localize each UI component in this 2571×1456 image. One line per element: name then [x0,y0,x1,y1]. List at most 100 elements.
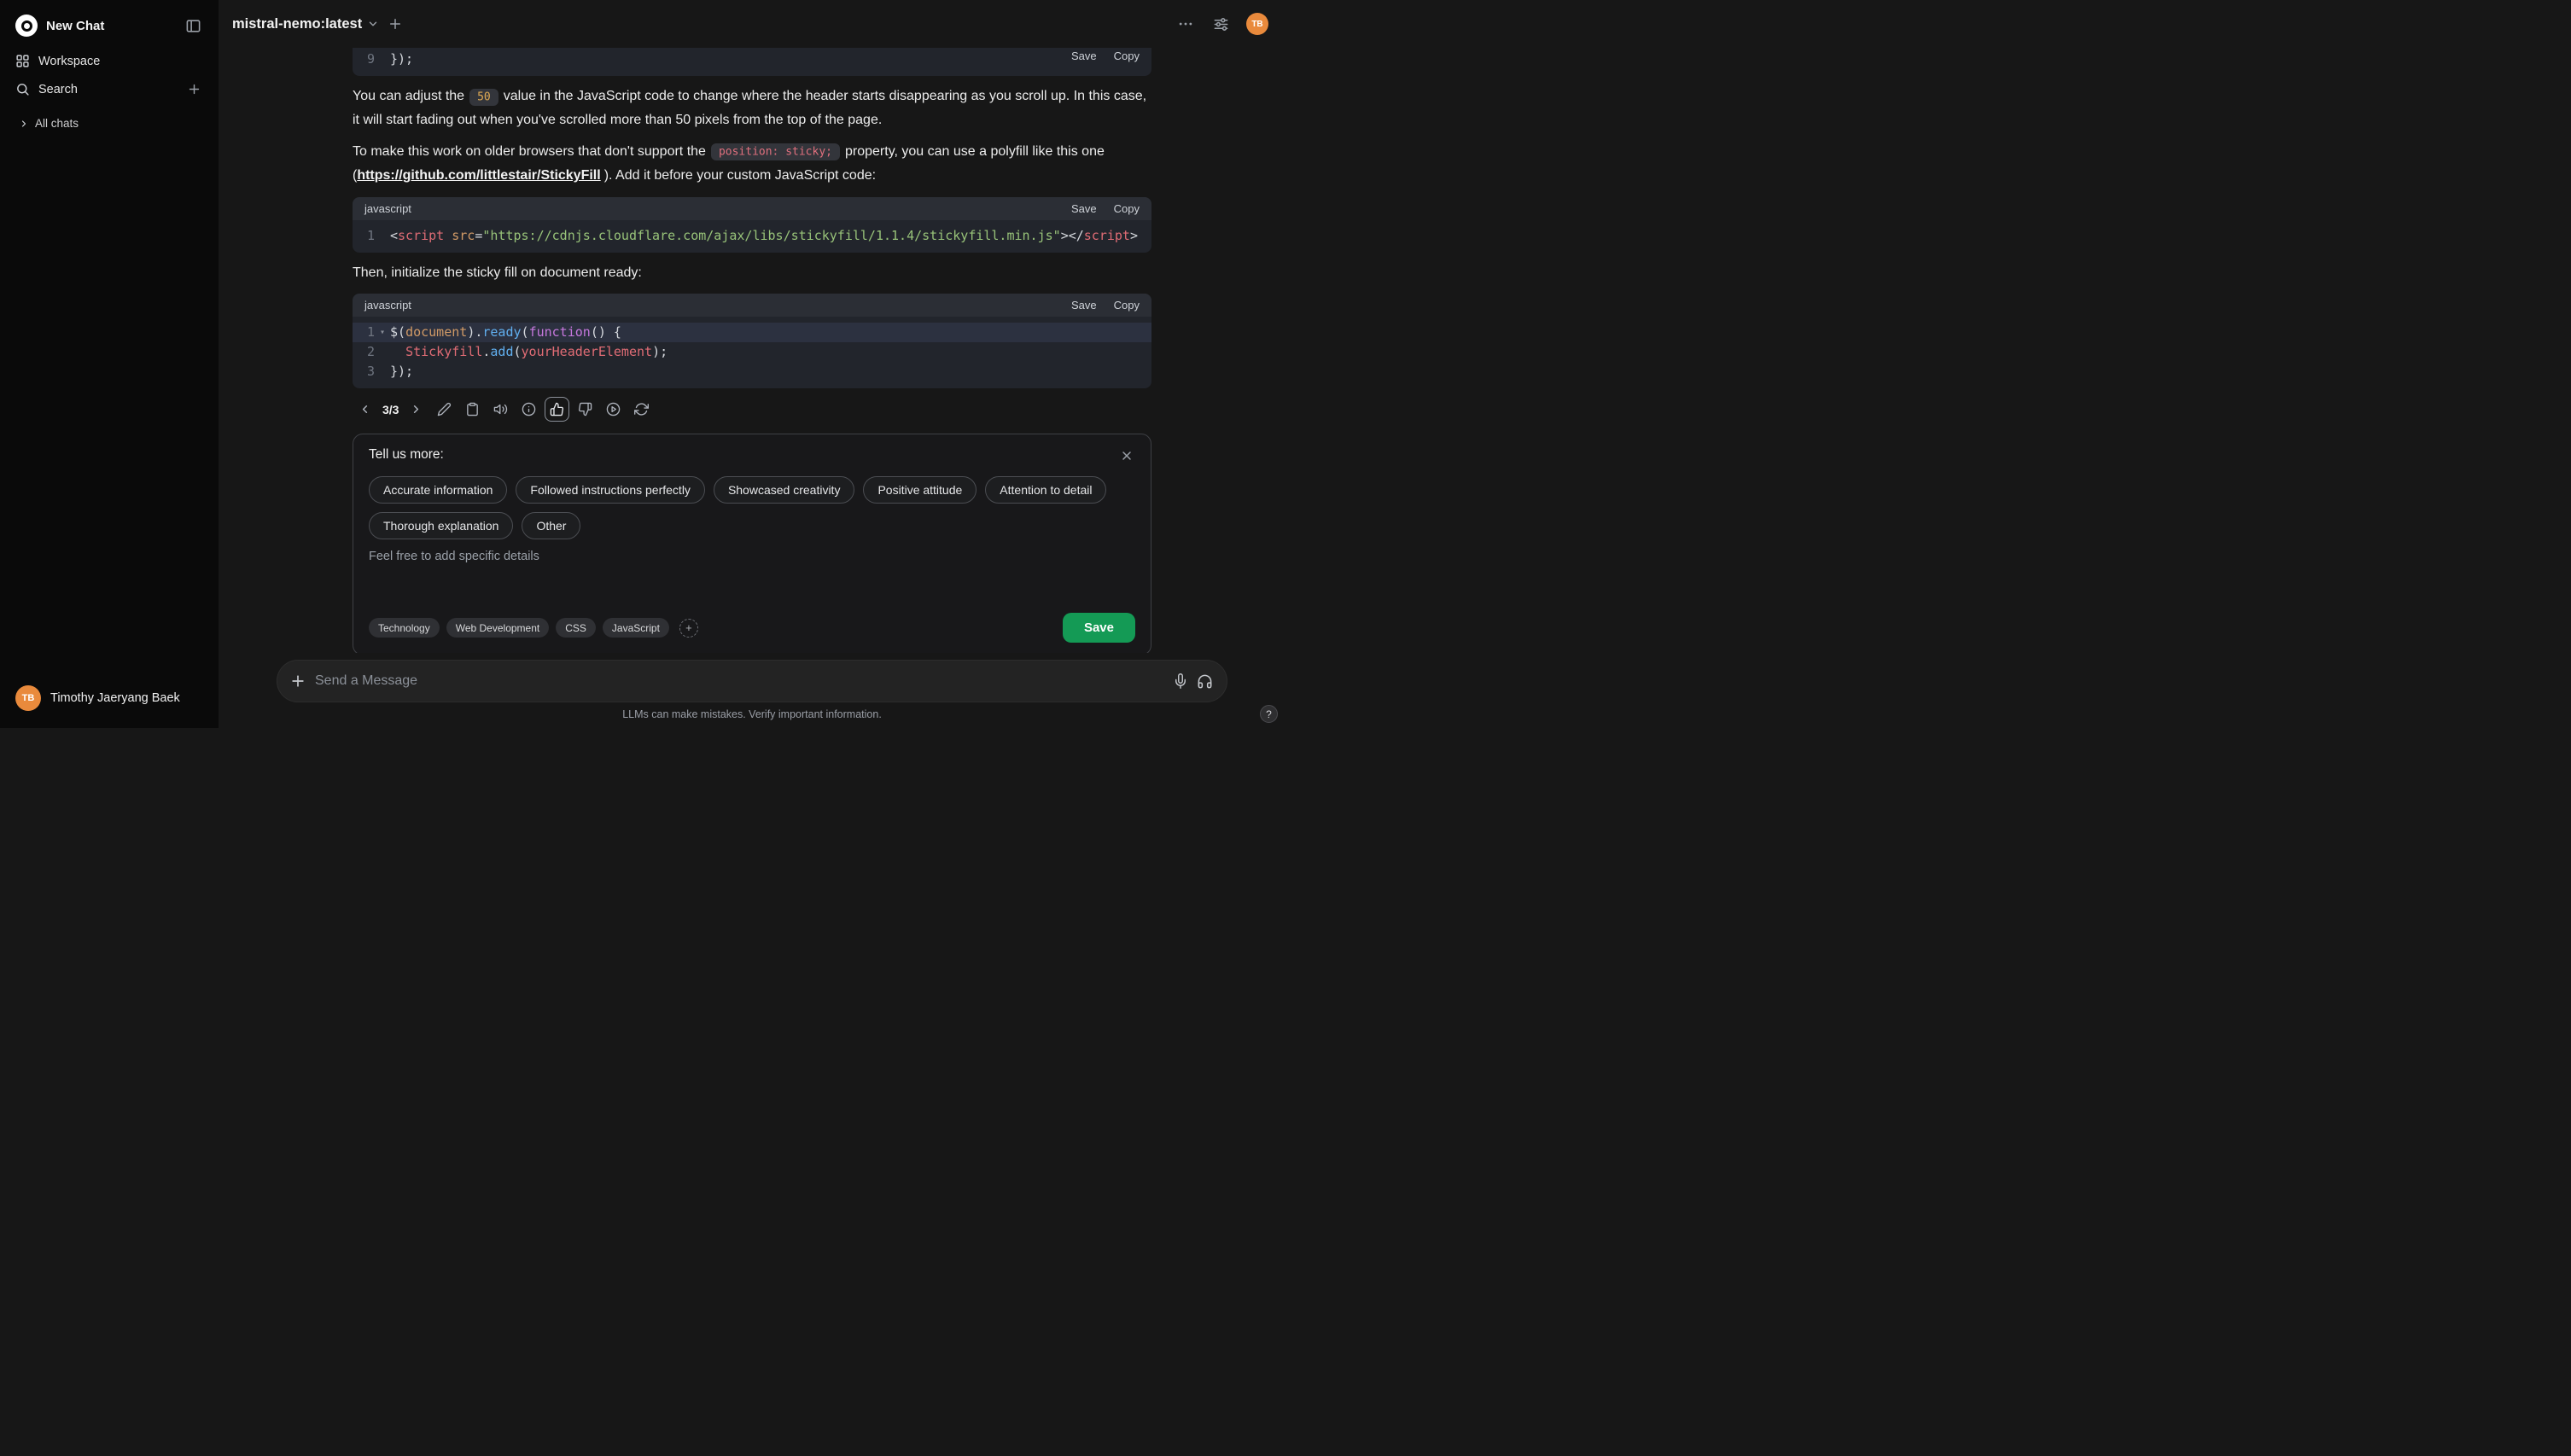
feedback-option-thorough-explanation[interactable]: Thorough explanation [369,512,514,540]
clipboard-icon [467,403,479,416]
thumbs-up-icon [551,403,564,416]
code-lines: 9}); [353,50,413,69]
prev-response-button[interactable] [353,397,377,422]
continue-response-button[interactable] [601,397,626,422]
feedback-footer: Technology Web Development CSS JavaScript +… [369,613,1135,644]
code-language-label: javascript [364,201,411,215]
chevron-right-icon [414,405,419,414]
feedback-option-positive-attitude[interactable]: Positive attitude [863,476,977,504]
new-chat-plus-button-sidebar[interactable] [185,80,203,98]
header-user-avatar[interactable]: TB [1246,13,1268,35]
next-response-button[interactable] [404,397,428,422]
feedback-option-other[interactable]: Other [522,512,581,540]
app-root: New Chat Workspace Search All chats TB T… [0,0,1286,728]
edit-message-button[interactable] [432,397,457,422]
para2-pre: To make this work on older browsers that… [353,143,706,159]
search-label: Search [38,82,78,96]
attach-button[interactable] [289,673,306,690]
code-block-1: javascript Save Copy 1 <script src="https… [353,196,1151,253]
more-options-button[interactable] [1175,14,1196,34]
feedback-option-attention-to-detail[interactable]: Attention to detail [985,476,1107,504]
code-copy-button[interactable]: Copy [1114,202,1140,215]
model-selector[interactable]: mistral-nemo:latest [232,16,379,32]
code-line: 2 Stickyfill.add(yourHeaderElement); [353,342,1151,362]
disclaimer-text: LLMs can make mistakes. Verify important… [622,708,882,720]
tag-web-development[interactable]: Web Development [446,618,550,638]
copy-message-button[interactable] [460,397,485,422]
close-icon [1122,451,1131,461]
fold-gutter [375,226,390,246]
pencil-icon [438,403,452,416]
feedback-close-button[interactable] [1118,447,1135,464]
message-paragraph-2: To make this work on older browsers that… [353,140,1151,189]
chevron-left-icon [362,405,368,414]
feedback-tags: Technology Web Development CSS JavaScript [369,618,669,638]
inline-code-position-sticky: position: sticky; [710,143,840,161]
sidebar-item-all-chats[interactable]: All chats [10,111,208,136]
workspace-label: Workspace [38,54,101,68]
feedback-save-button[interactable]: Save [1062,613,1135,644]
code-language-label: javascript [364,299,411,312]
help-button[interactable]: ? [1260,705,1278,723]
tag-javascript[interactable]: JavaScript [602,618,669,638]
feedback-option-accurate-information[interactable]: Accurate information [369,476,508,504]
user-avatar: TB [15,685,41,711]
feedback-option-showcased-creativity[interactable]: Showcased creativity [713,476,855,504]
code-save-button[interactable]: Save [1071,50,1097,62]
code-copy-button[interactable]: Copy [1114,50,1140,62]
thumbs-down-button[interactable] [573,397,598,422]
tag-technology[interactable]: Technology [369,618,440,638]
fold-gutter [375,362,390,381]
model-name: mistral-nemo:latest [232,15,363,32]
code-save-button[interactable]: Save [1071,202,1097,215]
sidebar-item-search[interactable]: Search [10,74,208,104]
microphone-icon [1175,673,1186,689]
message-composer[interactable] [277,660,1227,702]
new-chat-plus-button-header[interactable] [386,15,405,33]
message-input[interactable] [315,673,1164,689]
info-icon [522,403,536,416]
sidebar-toggle-button[interactable] [184,16,203,36]
refresh-icon [634,403,650,416]
workspace-grid-icon [15,54,30,68]
para1-pre: You can adjust the [353,89,465,103]
read-aloud-button[interactable] [488,397,513,422]
code-header: javascript Save Copy [353,294,1151,317]
tag-css[interactable]: CSS [556,618,596,638]
sliders-icon [1214,17,1228,31]
code-line: 3}); [353,362,1151,381]
user-menu-button[interactable]: TB Timothy Jaeryang Baek [10,678,208,718]
chevron-right-icon [19,119,29,129]
thumbs-up-button[interactable] [545,397,570,422]
sidebar: New Chat Workspace Search All chats TB T… [0,0,219,728]
speaker-icon [494,405,508,415]
voice-input-button[interactable] [1173,673,1188,689]
fold-gutter [375,342,390,362]
fold-gutter [375,50,390,69]
chevron-down-icon [367,18,379,30]
feedback-option-followed-instructions-perfectly[interactable]: Followed instructions perfectly [516,476,705,504]
code-line: 1 ▾ $(document).ready(function() { [353,323,1151,343]
stickyfill-link[interactable]: https://github.com/littlestair/StickyFil… [357,168,600,183]
add-tag-button[interactable]: + [679,618,698,638]
fold-chevron-icon[interactable]: ▾ [375,323,390,342]
sidebar-item-workspace[interactable]: Workspace [10,48,208,74]
message-paragraph-1: You can adjust the 50 value in the JavaScr… [353,84,1151,133]
play-circle-icon [607,403,621,416]
chat-controls-button[interactable] [1211,15,1231,34]
thumbs-down-icon [579,403,592,416]
new-chat-label: New Chat [46,18,105,33]
sidebar-new-chat[interactable]: New Chat [10,9,208,43]
voice-call-button[interactable] [1197,673,1213,690]
inline-code-50: 50 [469,88,498,106]
feedback-options: Accurate information Followed instruction… [369,476,1135,540]
regenerate-button[interactable] [629,397,654,422]
feedback-details-input[interactable] [369,550,1135,603]
search-icon [15,82,30,96]
chat-scroll-area[interactable]: 9}); Save Copy You can adjust the 50 value… [219,48,1286,653]
info-button[interactable] [516,397,541,422]
feedback-panel: Tell us more: Accurate information Follow… [353,434,1151,653]
plus-icon [189,84,200,95]
code-copy-button[interactable]: Copy [1114,299,1140,312]
code-save-button[interactable]: Save [1071,299,1097,312]
